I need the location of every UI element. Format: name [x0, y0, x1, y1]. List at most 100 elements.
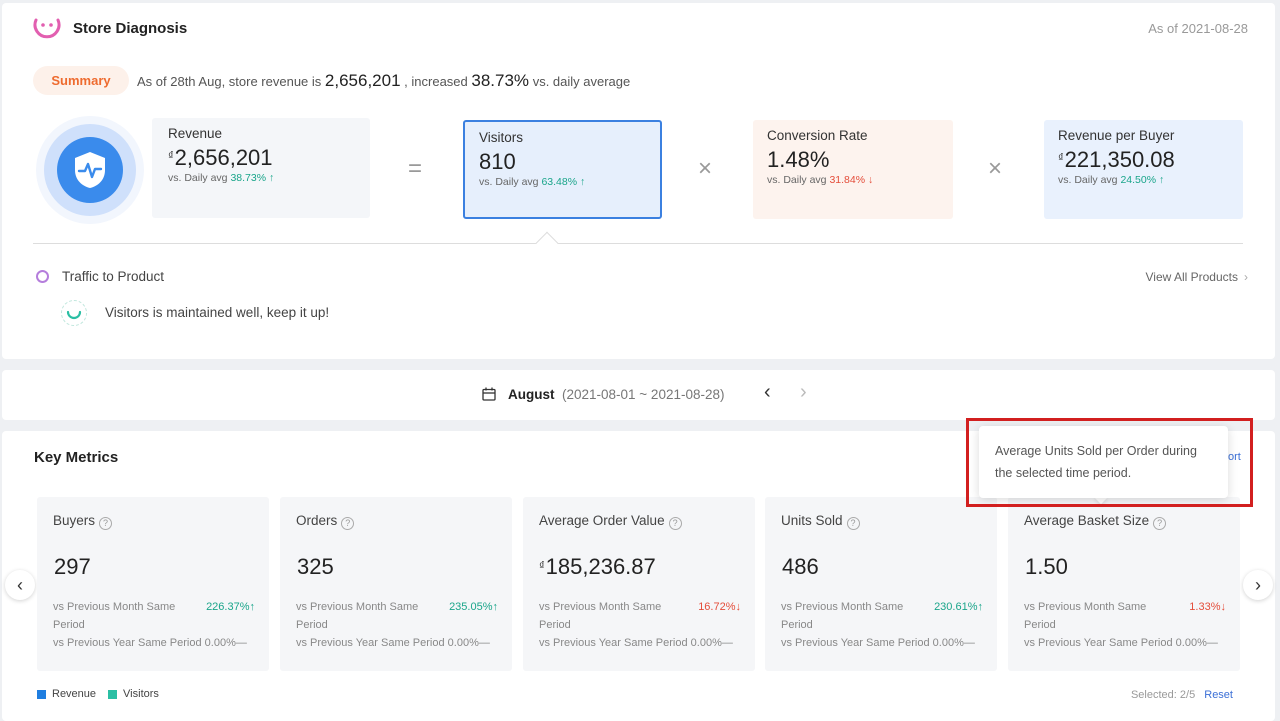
- prev-year-pct: 0.00%: [204, 637, 236, 649]
- summary-suffix: vs. daily average: [532, 74, 631, 89]
- status-ok-icon: [61, 300, 87, 326]
- flat-dash-icon: —: [963, 637, 975, 649]
- prev-month-pct: 230.61%: [934, 601, 978, 613]
- metric-card-label: Buyers?: [53, 513, 113, 530]
- help-question-icon[interactable]: ?: [341, 517, 355, 530]
- prev-month-pct: 226.37%: [206, 601, 250, 613]
- metric-card-label: Average Order Value?: [539, 513, 682, 530]
- summary-revenue: 2,656,201: [324, 71, 401, 90]
- revenue-change: 38.73% ↑: [230, 172, 274, 184]
- metric-card-value: 297: [53, 554, 91, 580]
- help-question-icon[interactable]: ?: [99, 517, 113, 530]
- metric-card-label-text: Buyers: [53, 513, 96, 528]
- prev-month-label: vs Previous Month Same Period: [1024, 601, 1147, 631]
- metric-card-value: 1.50: [1024, 554, 1068, 580]
- rpb-amount: 221,350.08: [1064, 147, 1175, 172]
- trend-arrow-icon: ↓: [1220, 601, 1227, 613]
- tooltip-highlight-box: [966, 418, 1253, 507]
- prev-year-pct: 0.00%: [447, 637, 479, 649]
- prev-year-row: vs Previous Year Same Period 0.00%—: [781, 637, 975, 649]
- metric-card-value-text: 297: [54, 554, 91, 579]
- multiply-operator: ×: [988, 155, 1003, 182]
- prev-year-label: vs Previous Year Same Period: [296, 637, 445, 649]
- conversion-label: Conversion Rate: [767, 128, 868, 143]
- legend-item-visitors[interactable]: Visitors: [108, 688, 159, 700]
- trend-arrow-icon: ↑: [977, 601, 984, 613]
- rpb-change-pct: 24.50%: [1120, 174, 1157, 186]
- vs-daily-label: vs. Daily avg: [1058, 174, 1118, 186]
- prev-year-label: vs Previous Year Same Period: [1024, 637, 1173, 649]
- previous-period-chevron-left-icon[interactable]: ‹: [764, 381, 771, 404]
- smile-arc-icon: [66, 310, 82, 320]
- prev-month-change: 1.33%↓: [1189, 598, 1226, 616]
- revenue-label: Revenue: [168, 126, 223, 141]
- revenue-per-buyer-metric-box[interactable]: Revenue per Buyer ₫221,350.08 vs. Daily …: [1044, 120, 1243, 219]
- metric-card-units-sold[interactable]: Units Sold? 486 vs Previous Month Same Per…: [765, 497, 997, 671]
- help-question-icon[interactable]: ?: [846, 517, 860, 530]
- help-question-icon[interactable]: ?: [1153, 517, 1167, 530]
- key-metrics-title: Key Metrics: [34, 449, 119, 466]
- vs-daily-label: vs. Daily avg: [767, 174, 827, 186]
- vs-daily-label: vs. Daily avg: [168, 172, 228, 184]
- prev-year-label: vs Previous Year Same Period: [53, 637, 202, 649]
- metric-card-label-text: Average Basket Size: [1024, 513, 1150, 528]
- as-of-date: As of 2021-08-28: [1148, 21, 1248, 36]
- view-all-products-link[interactable]: View All Products ›: [1146, 270, 1249, 284]
- section-divider: [33, 243, 1243, 244]
- metric-card-average-basket-size[interactable]: Average Basket Size? 1.50 vs Previous Mont…: [1008, 497, 1240, 671]
- carousel-prev-chevron-left-icon[interactable]: ‹: [5, 570, 35, 600]
- legend-swatch: [108, 689, 118, 699]
- trend-arrow-icon: ↑: [249, 601, 256, 613]
- rpb-value: ₫221,350.08: [1058, 147, 1229, 173]
- metric-card-value-text: 325: [297, 554, 334, 579]
- metric-card-orders[interactable]: Orders? 325 vs Previous Month Same Period 2…: [280, 497, 512, 671]
- prev-month-change: 235.05%↑: [449, 598, 498, 616]
- prev-year-row: vs Previous Year Same Period 0.00%—: [53, 637, 247, 649]
- traffic-bullet-icon: [36, 270, 49, 283]
- next-period-chevron-right-icon[interactable]: ›: [800, 381, 807, 404]
- revenue-amount: 2,656,201: [174, 145, 273, 170]
- rpb-label: Revenue per Buyer: [1058, 128, 1175, 143]
- metric-card-value: 486: [781, 554, 819, 580]
- metric-card-buyers[interactable]: Buyers? 297 vs Previous Month Same Period 2…: [37, 497, 269, 671]
- metric-card-value: ₫185,236.87: [539, 554, 656, 580]
- reset-link[interactable]: Reset: [1204, 689, 1233, 701]
- date-range[interactable]: (2021-08-01 ~ 2021-08-28): [562, 387, 725, 402]
- currency-symbol: ₫: [539, 560, 545, 572]
- arrow-up-icon: ↑: [1159, 174, 1165, 186]
- health-shield: [36, 116, 144, 224]
- visitors-vs-daily: vs. Daily avg 63.48% ↑: [479, 176, 646, 188]
- rpb-change: 24.50% ↑: [1120, 174, 1164, 186]
- prev-month-label: vs Previous Month Same Period: [53, 601, 176, 631]
- selected-month[interactable]: August: [508, 387, 555, 402]
- visitors-metric-box[interactable]: Visitors 810 vs. Daily avg 63.48% ↑: [463, 120, 662, 219]
- metric-card-average-order-value[interactable]: Average Order Value? ₫185,236.87 vs Previo…: [523, 497, 755, 671]
- legend-label: Revenue: [52, 688, 97, 700]
- rpb-vs-daily: vs. Daily avg 24.50% ↑: [1058, 174, 1229, 186]
- visitors-change: 63.48% ↑: [541, 176, 585, 188]
- legend-label: Visitors: [123, 688, 159, 700]
- traffic-to-product-title: Traffic to Product: [62, 269, 165, 284]
- metric-card-label-text: Units Sold: [781, 513, 843, 528]
- trend-arrow-icon: ↑: [492, 601, 499, 613]
- vs-daily-label: vs. Daily avg: [479, 176, 539, 188]
- legend-item-revenue[interactable]: Revenue: [37, 688, 96, 700]
- summary-prefix: As of 28th Aug, store revenue is: [137, 74, 322, 89]
- traffic-message: Visitors is maintained well, keep it up!: [105, 305, 330, 320]
- conversion-vs-daily: vs. Daily avg 31.84% ↓: [767, 174, 939, 186]
- prev-year-pct: 0.00%: [932, 637, 964, 649]
- visitors-change-pct: 63.48%: [541, 176, 578, 188]
- visitors-value: 810: [479, 149, 516, 174]
- carousel-next-chevron-right-icon[interactable]: ›: [1243, 570, 1273, 600]
- help-question-icon[interactable]: ?: [668, 517, 682, 530]
- revenue-value: ₫2,656,201: [168, 145, 356, 171]
- trend-arrow-icon: ↓: [735, 601, 742, 613]
- chart-legend: Revenue Visitors: [37, 688, 171, 700]
- revenue-metric-box[interactable]: Revenue ₫2,656,201 vs. Daily avg 38.73% …: [152, 118, 370, 218]
- currency-symbol: ₫: [168, 150, 174, 162]
- calendar-icon[interactable]: [482, 387, 496, 401]
- visitors-label: Visitors: [479, 130, 524, 145]
- conversion-rate-metric-box[interactable]: Conversion Rate 1.48% vs. Daily avg 31.8…: [753, 120, 953, 219]
- prev-year-row: vs Previous Year Same Period 0.00%—: [539, 637, 733, 649]
- prev-month-label: vs Previous Month Same Period: [539, 601, 662, 631]
